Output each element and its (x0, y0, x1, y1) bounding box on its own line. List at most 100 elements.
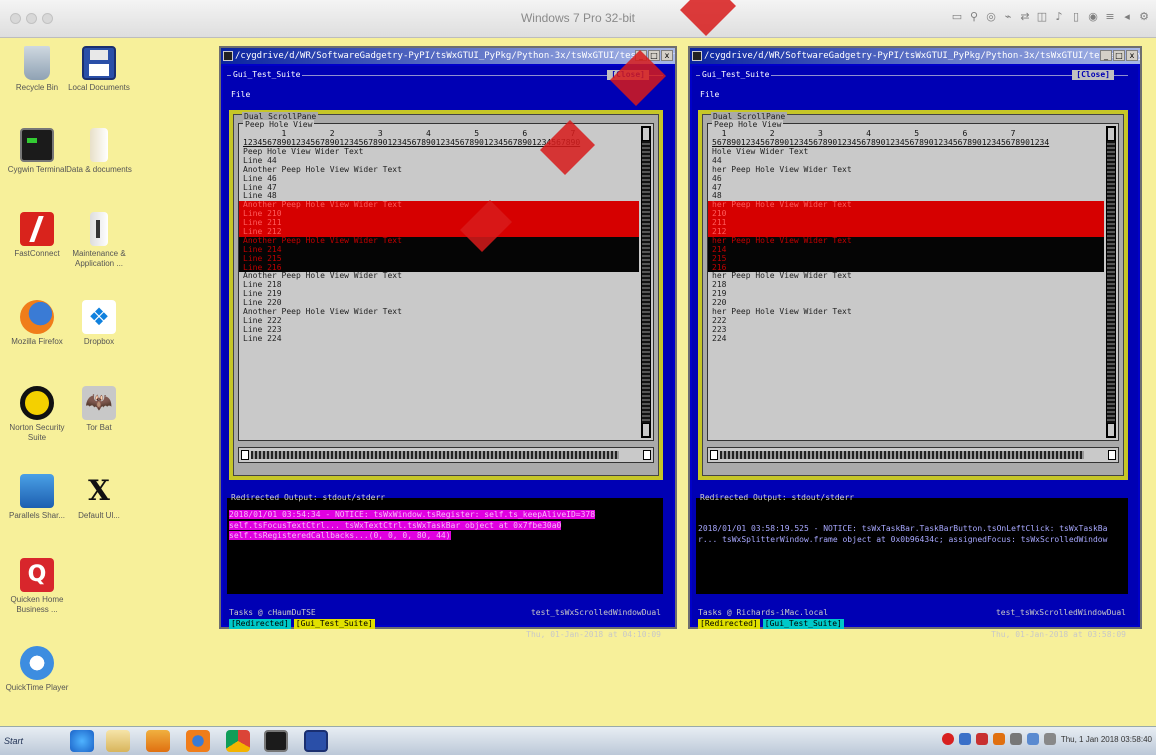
network-tray-icon[interactable] (958, 733, 971, 745)
share-icon[interactable]: ⇄ (1019, 10, 1031, 24)
horizontal-scroll-track[interactable] (720, 451, 1084, 459)
desktop-icon-recycle-bin[interactable]: Recycle Bin (4, 46, 70, 93)
explorer-folder-icon[interactable] (106, 730, 130, 752)
text-line: 223 (712, 325, 727, 334)
security-tray-icon[interactable] (975, 733, 988, 745)
text-line: Peep Hole View Wider Text (243, 148, 364, 156)
suite-tag[interactable]: [Gui_Test_Suite] (293, 619, 375, 629)
desktop-icon-quicktime[interactable]: QuickTime Player (4, 646, 70, 693)
desktop-icon-data-documents[interactable]: Data & documents (66, 128, 132, 175)
floppy-taskbar-icon[interactable] (304, 730, 328, 752)
scroll-up-arrow[interactable] (1107, 127, 1115, 141)
usb-icon[interactable]: ⌁ (1002, 10, 1014, 24)
close-suite-button[interactable]: [Close] (607, 70, 649, 80)
text-line: Line 47 (243, 183, 277, 192)
scroll-up-arrow[interactable] (642, 127, 650, 141)
firefox-taskbar-icon[interactable] (186, 730, 210, 752)
text-line: her Peep Hole View Wider Text (708, 201, 1104, 211)
text-line: 219 (712, 290, 727, 299)
peep-hole-view[interactable]: Peep Hole View 1 2 3 4 5 6 7 12345678901… (238, 120, 654, 441)
minimize-button[interactable]: _ (1100, 50, 1112, 61)
terminal-body: Gui_Test_Suite [Close] File Dual ScrollP… (223, 66, 673, 639)
file-menu[interactable]: File (231, 90, 250, 99)
vertical-scrollbar[interactable] (641, 126, 651, 438)
text-line: Line 212 (239, 228, 639, 237)
close-button[interactable]: x (1126, 50, 1138, 61)
desktop-icon-dropbox[interactable]: ❖ Dropbox (66, 300, 132, 347)
desktop-icon-firefox[interactable]: Mozilla Firefox (4, 300, 70, 347)
back-icon[interactable]: ◂ (1121, 10, 1133, 24)
desktop-icon-fastconnect[interactable]: FastConnect (4, 212, 70, 259)
text-line: Line 220 (243, 299, 282, 308)
taskbar-tags: [Redirected] [Gui_Test_Suite] (698, 619, 1126, 629)
text-line: 220 (712, 299, 727, 308)
peep-hole-view[interactable]: Peep Hole View 1 2 3 4 5 6 7 56789012345… (707, 120, 1119, 441)
desktop-icon-norton[interactable]: Norton Security Suite (4, 386, 70, 443)
window-titlebar[interactable]: /cygdrive/d/WR/SoftwareGadgetry-PyPI/tsW… (221, 48, 675, 64)
desktop-icon-local-documents[interactable]: Local Documents (66, 46, 132, 93)
window-title: /cygdrive/d/WR/SoftwareGadgetry-PyPI/tsW… (235, 51, 675, 61)
vertical-scrollbar[interactable] (1106, 126, 1116, 438)
text-line: Line 224 (243, 334, 282, 343)
updates-tray-icon[interactable] (992, 733, 1005, 745)
file-menu[interactable]: File (700, 90, 719, 99)
internet-explorer-icon[interactable] (70, 730, 94, 752)
redirected-tag[interactable]: [Redirected] (229, 619, 291, 629)
list-icon[interactable]: ≡ (1104, 10, 1116, 24)
network-icon[interactable]: ◎ (985, 10, 997, 24)
text-line: 214 (708, 245, 1104, 255)
bat-icon: 🦇 (82, 386, 116, 420)
desktop-icon-quicken[interactable]: Q Quicken Home Business ... (4, 558, 70, 615)
media-player-icon[interactable] (146, 730, 170, 752)
text-line: Line 218 (243, 281, 282, 290)
scroll-down-arrow[interactable] (642, 423, 650, 437)
close-suite-button[interactable]: [Close] (1072, 70, 1114, 80)
scroll-right-arrow[interactable] (1108, 450, 1116, 460)
scroll-down-arrow[interactable] (1107, 423, 1115, 437)
taskbar-clock[interactable]: Thu, 1 Jan 2018 03:58:40 (1061, 735, 1152, 744)
maximize-button[interactable]: □ (1113, 50, 1125, 61)
camera-icon[interactable]: ◫ (1036, 10, 1048, 24)
desktop-icon-maintenance[interactable]: Maintenance & Application ... (66, 212, 132, 269)
scroll-left-arrow[interactable] (710, 450, 718, 460)
norton-icon (20, 386, 54, 420)
terminal-window-left[interactable]: /cygdrive/d/WR/SoftwareGadgetry-PyPI/tsW… (219, 46, 677, 639)
flag-tray-icon[interactable] (1009, 733, 1022, 745)
status-time: Thu, 01-Jan-2018 at 04:10:09 (526, 630, 661, 639)
horizontal-scrollbar[interactable] (707, 447, 1119, 463)
text-line: 212 (708, 228, 1104, 237)
volume-tray-icon[interactable] (1043, 733, 1056, 745)
desktop-icon-parallels[interactable]: Parallels Shar... (4, 474, 70, 521)
screen-icon[interactable]: ▭ (951, 10, 963, 24)
scroll-left-arrow[interactable] (241, 450, 249, 460)
printer-icon[interactable]: ▯ (1070, 10, 1082, 24)
terminal-app-icon[interactable] (223, 51, 233, 61)
window-titlebar[interactable]: /cygdrive/d/WR/SoftwareGadgetry-PyPI/tsW… (690, 48, 1140, 64)
close-button[interactable]: x (661, 50, 673, 61)
desktop-icon-default[interactable]: X Default Ul... (66, 474, 132, 521)
cd-icon[interactable]: ◉ (1087, 10, 1099, 24)
status-host: Tasks @ cHaumDuTSE (229, 608, 316, 617)
audio-icon[interactable]: ♪ (1053, 10, 1065, 24)
maximize-button[interactable]: □ (648, 50, 660, 61)
terminal-app-icon[interactable] (692, 51, 702, 61)
desktop-icon-cygwin[interactable]: Cygwin Terminal (4, 128, 70, 175)
horizontal-scrollbar[interactable] (238, 447, 654, 463)
redirected-tag[interactable]: [Redirected] (698, 619, 760, 629)
status-row-top: Tasks @ Richards-iMac.local test_tsWxScr… (698, 608, 1126, 617)
minimize-button[interactable]: _ (635, 50, 647, 61)
scroll-right-arrow[interactable] (643, 450, 651, 460)
norton-tray-icon[interactable] (941, 733, 954, 745)
text-line: Line 214 (239, 245, 639, 255)
status-app: test_tsWxScrolledWindowDual (995, 608, 1126, 617)
terminal-window-right[interactable]: /cygdrive/d/WR/SoftwareGadgetry-PyPI/tsW… (688, 46, 1142, 639)
suite-tag[interactable]: [Gui_Test_Suite] (762, 619, 844, 629)
gear-icon[interactable]: ⚙ (1138, 10, 1150, 24)
terminal-taskbar-icon[interactable] (264, 730, 288, 752)
chrome-icon[interactable] (226, 730, 250, 752)
display-tray-icon[interactable] (1026, 733, 1039, 745)
lock-icon[interactable]: ⚲ (968, 10, 980, 24)
start-button[interactable]: Start (4, 731, 40, 751)
horizontal-scroll-track[interactable] (251, 451, 619, 459)
desktop-icon-torbat[interactable]: 🦇 Tor Bat (66, 386, 132, 433)
